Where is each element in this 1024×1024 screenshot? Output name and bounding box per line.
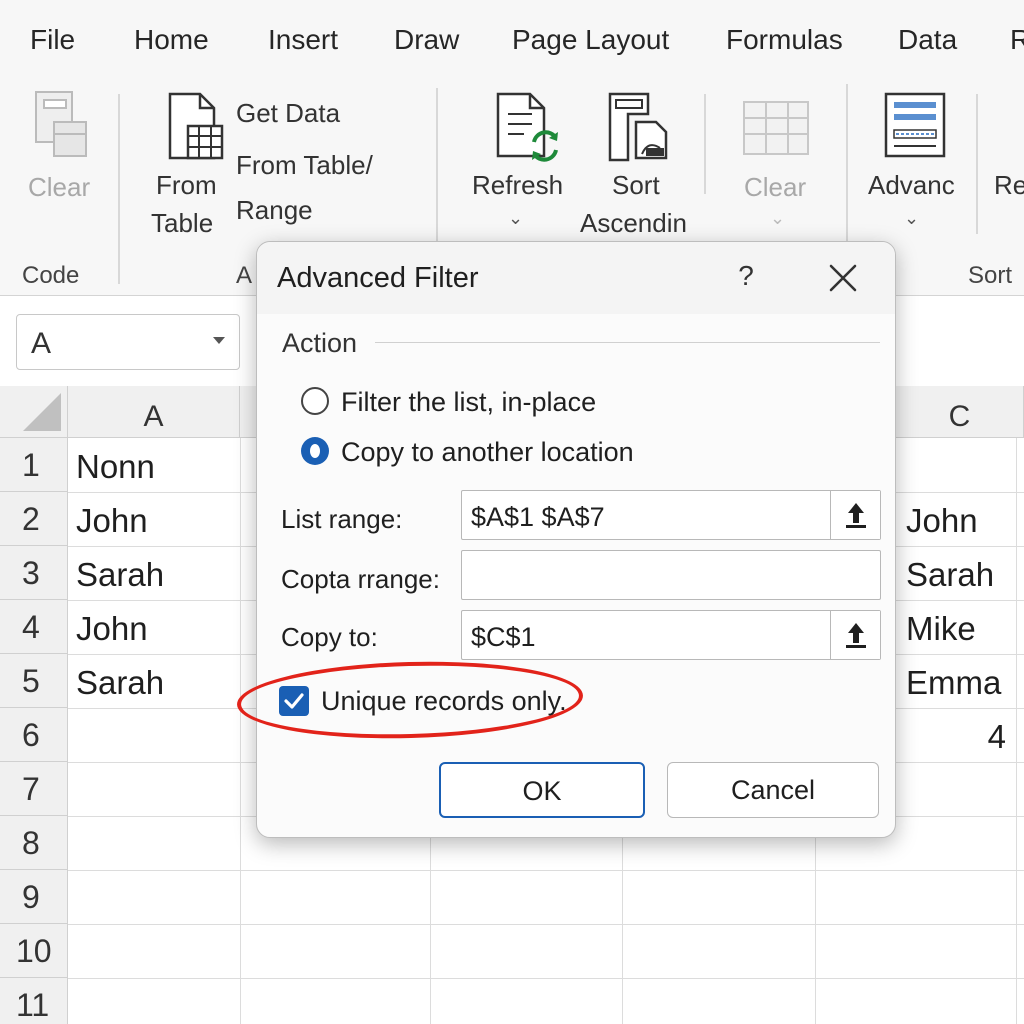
- list-range-value: $A$1 $A$7: [471, 502, 605, 532]
- group-divider: [976, 94, 978, 234]
- gridline: [68, 978, 1024, 979]
- gridline: [240, 438, 241, 1024]
- refresh-button[interactable]: Refresh: [472, 170, 563, 201]
- from-range-label-1[interactable]: From Table/: [236, 150, 373, 181]
- group-label-sort: Sort: [968, 262, 1013, 289]
- criteria-range-label: Copta rrange:: [281, 564, 440, 594]
- select-all-corner[interactable]: [0, 386, 68, 438]
- list-range-collapse-button[interactable]: [830, 491, 880, 539]
- list-range-label: List range:: [281, 504, 403, 534]
- dialog-title-bar[interactable]: Advanced Filter ?: [257, 242, 895, 314]
- cell-a2[interactable]: John: [76, 492, 148, 546]
- advanced-dropdown-caret[interactable]: ⌄: [904, 208, 919, 229]
- close-icon[interactable]: [823, 258, 863, 298]
- list-range-field[interactable]: $A$1 $A$7: [461, 490, 881, 540]
- row-header[interactable]: 3: [0, 546, 68, 600]
- red-highlight-annotation: [236, 657, 584, 743]
- advanced-button[interactable]: Advanc: [868, 170, 955, 201]
- gridline: [1016, 438, 1017, 1024]
- row-header[interactable]: 11: [0, 978, 68, 1024]
- upload-arrow-icon: [846, 623, 866, 648]
- from-range-label-2[interactable]: Range: [236, 195, 313, 226]
- tab-formulas[interactable]: Formulas: [726, 24, 843, 56]
- row-header[interactable]: 5: [0, 654, 68, 708]
- cell-a1[interactable]: Nonn: [76, 438, 155, 492]
- from-table-icon: [168, 92, 224, 160]
- filter-in-place-label[interactable]: Filter the list, in-place: [341, 387, 596, 418]
- row-header[interactable]: 7: [0, 762, 68, 816]
- group-divider: [118, 94, 120, 284]
- dialog-title: Advanced Filter: [277, 262, 479, 294]
- divider: [375, 342, 880, 343]
- row-header[interactable]: 4: [0, 600, 68, 654]
- filter-in-place-radio[interactable]: [301, 387, 329, 415]
- criteria-range-field[interactable]: [461, 550, 881, 600]
- copy-to-collapse-button[interactable]: [830, 611, 880, 659]
- tab-page-layout[interactable]: Page Layout: [512, 24, 669, 56]
- row-header[interactable]: 1: [0, 438, 68, 492]
- advanced-filter-icon: [884, 92, 946, 158]
- copy-to-value: $C$1: [471, 622, 536, 652]
- clear-button-left[interactable]: Clear: [28, 172, 90, 203]
- sort-icon: [608, 92, 668, 162]
- sort-label-1[interactable]: Sort: [612, 170, 660, 201]
- from-table-label-2[interactable]: Table: [151, 208, 213, 239]
- group-divider: [436, 88, 438, 248]
- ok-button[interactable]: OK: [439, 762, 645, 818]
- tab-file[interactable]: File: [30, 24, 75, 56]
- name-box-value: A: [31, 327, 52, 360]
- advanced-filter-dialog: Advanced Filter ? Action Filter the list…: [236, 241, 896, 838]
- cell-c3[interactable]: Sarah: [906, 546, 994, 600]
- gridline: [68, 924, 1024, 925]
- row-header[interactable]: 6: [0, 708, 68, 762]
- help-icon[interactable]: ?: [729, 260, 763, 294]
- group-label-code: Code: [22, 262, 80, 289]
- name-box-dropdown-icon[interactable]: [213, 337, 225, 344]
- tab-home[interactable]: Home: [134, 24, 209, 56]
- column-header-c[interactable]: C: [896, 386, 1024, 438]
- gridline: [68, 870, 1024, 871]
- copy-to-location-label[interactable]: Copy to another location: [341, 437, 634, 468]
- group-divider: [846, 84, 848, 244]
- tab-insert[interactable]: Insert: [268, 24, 338, 56]
- row-header[interactable]: 2: [0, 492, 68, 546]
- from-table-label-1[interactable]: From: [156, 170, 217, 201]
- cancel-button[interactable]: Cancel: [667, 762, 879, 818]
- sort-label-2[interactable]: Ascendin: [580, 208, 687, 239]
- copy-to-field[interactable]: $C$1: [461, 610, 881, 660]
- re-button[interactable]: Re: [994, 170, 1024, 201]
- tab-data[interactable]: Data: [898, 24, 957, 56]
- cell-c6[interactable]: 4: [906, 708, 1006, 762]
- tab-partial[interactable]: R: [1010, 24, 1024, 56]
- group-label-get-transform: A: [236, 262, 253, 289]
- cell-c5[interactable]: Emma: [906, 654, 1001, 708]
- get-data-button[interactable]: Get Data: [236, 98, 340, 129]
- cell-c4[interactable]: Mike: [906, 600, 976, 654]
- cell-a3[interactable]: Sarah: [76, 546, 164, 600]
- copy-to-location-radio[interactable]: [301, 437, 329, 465]
- refresh-dropdown-caret[interactable]: ⌄: [508, 208, 523, 229]
- column-header-a[interactable]: A: [68, 386, 240, 438]
- row-header[interactable]: 9: [0, 870, 68, 924]
- action-section-label: Action: [282, 328, 358, 358]
- clear-button-right[interactable]: Clear: [744, 172, 806, 203]
- name-box[interactable]: A: [16, 314, 240, 370]
- row-header[interactable]: 8: [0, 816, 68, 870]
- upload-arrow-icon: [846, 503, 866, 528]
- copy-to-label: Copy to:: [281, 622, 378, 652]
- clear-dropdown-caret[interactable]: ⌄: [770, 208, 785, 229]
- tab-draw[interactable]: Draw: [394, 24, 459, 56]
- cell-a5[interactable]: Sarah: [76, 654, 164, 708]
- clear-icon: [35, 91, 87, 157]
- cell-a4[interactable]: John: [76, 600, 148, 654]
- row-header[interactable]: 10: [0, 924, 68, 978]
- refresh-icon: [496, 92, 558, 162]
- cell-c2[interactable]: John: [906, 492, 978, 546]
- group-divider: [704, 94, 706, 194]
- clear-filter-icon: [743, 101, 809, 155]
